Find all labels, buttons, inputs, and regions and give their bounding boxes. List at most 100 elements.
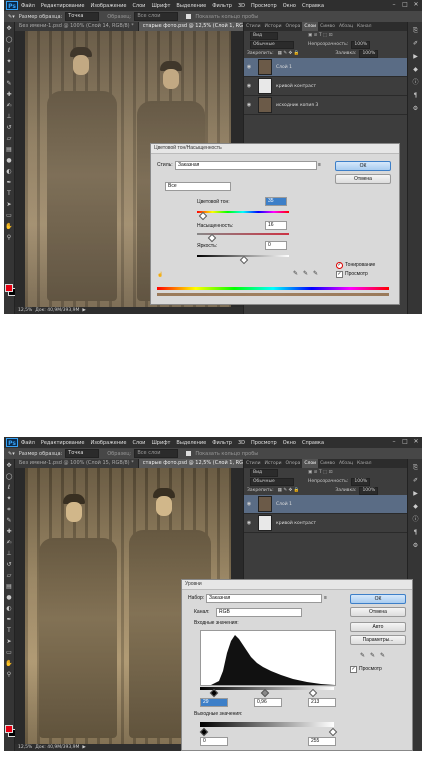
status-arrow-icon[interactable]: ▶ xyxy=(82,745,85,750)
menu-select[interactable]: Выделение xyxy=(176,3,206,9)
brush-panel-icon[interactable]: ✐ xyxy=(411,39,420,48)
ok-button[interactable]: ОК xyxy=(350,594,406,604)
preset-options-icon[interactable]: ≡ xyxy=(324,595,327,601)
tab-history[interactable]: Истори xyxy=(263,22,284,31)
eraser-tool-icon[interactable]: ▱ xyxy=(5,572,13,580)
brush-tool-icon[interactable]: ✍ xyxy=(5,102,13,110)
marquee-tool-icon[interactable]: ◯ xyxy=(5,473,13,481)
layer-kind-select[interactable]: Вид xyxy=(250,468,278,477)
menu-view[interactable]: Просмотр xyxy=(251,440,277,446)
options-button[interactable]: Параметры... xyxy=(350,635,406,645)
sample-size-select[interactable]: Точка xyxy=(65,12,100,21)
output-white-thumb[interactable] xyxy=(328,727,338,737)
menu-3d[interactable]: 3D xyxy=(238,3,245,9)
menu-filter[interactable]: Фильтр xyxy=(212,3,232,9)
output-levels-slider[interactable] xyxy=(200,722,334,727)
eye-icon[interactable]: ◉ xyxy=(244,520,254,526)
brush-tool-icon[interactable]: ✍ xyxy=(5,539,13,547)
menu-layers[interactable]: Слои xyxy=(132,3,145,9)
menu-window[interactable]: Окно xyxy=(283,440,296,446)
layers-panel-icon[interactable]: ◆ xyxy=(411,502,420,511)
quick-select-tool-icon[interactable]: ✦ xyxy=(5,58,13,66)
input-gamma-field[interactable]: 0,96 xyxy=(254,698,282,707)
tab-paragraph[interactable]: Абзац xyxy=(337,459,355,468)
menu-3d[interactable]: 3D xyxy=(238,440,245,446)
zoom-level[interactable]: 12,5% xyxy=(18,308,32,313)
zoom-tool-icon[interactable]: ⚲ xyxy=(5,671,13,679)
input-black-thumb[interactable] xyxy=(209,688,219,698)
menu-image[interactable]: Изображение xyxy=(90,3,126,9)
history-brush-icon[interactable]: ↺ xyxy=(5,561,13,569)
tab-character[interactable]: Симво xyxy=(318,459,337,468)
zoom-level[interactable]: 12,5% xyxy=(18,745,32,750)
preview-checkbox[interactable]: ✓ xyxy=(350,666,357,673)
tab-actions[interactable]: Опера xyxy=(284,459,303,468)
info-panel-icon[interactable]: ⓘ xyxy=(411,78,420,87)
tab-actions[interactable]: Опера xyxy=(284,22,303,31)
foreground-color-swatch[interactable] xyxy=(5,725,13,733)
sample-select[interactable]: Все слои xyxy=(134,12,179,21)
hand-tool-icon[interactable]: ✋ xyxy=(5,660,13,668)
tab-character[interactable]: Симво xyxy=(318,22,337,31)
stamp-tool-icon[interactable]: ⊥ xyxy=(5,113,13,121)
lightness-input[interactable]: 0 xyxy=(265,241,287,250)
path-select-icon[interactable]: ➤ xyxy=(5,201,13,209)
black-point-eyedropper-icon[interactable]: ✎ xyxy=(360,652,365,659)
info-panel-icon[interactable]: ⓘ xyxy=(411,515,420,524)
blend-mode-select[interactable]: Обычные xyxy=(250,477,294,486)
show-ring-checkbox[interactable] xyxy=(186,451,192,456)
on-image-adjust-icon[interactable]: ☝ xyxy=(157,272,163,278)
cancel-button[interactable]: Отмена xyxy=(350,607,406,617)
sample-select[interactable]: Все слои xyxy=(134,449,179,458)
properties-panel-icon[interactable]: ⚙ xyxy=(411,104,420,113)
minimize-button[interactable]: – xyxy=(390,1,398,9)
lock-icons[interactable]: ▦ ✎ ✥ 🔒 xyxy=(278,488,300,493)
hue-input[interactable]: 35 xyxy=(265,197,287,206)
zoom-tool-icon[interactable]: ⚲ xyxy=(5,234,13,242)
healing-tool-icon[interactable]: ✚ xyxy=(5,528,13,536)
actions-panel-icon[interactable]: ▶ xyxy=(411,489,420,498)
crop-tool-icon[interactable]: ⌗ xyxy=(5,69,13,77)
fill-input[interactable]: 100% xyxy=(359,486,379,495)
tab-channels[interactable]: Канал xyxy=(355,459,374,468)
channel-select[interactable]: RGB xyxy=(216,608,302,617)
opacity-input[interactable]: 100% xyxy=(351,477,371,486)
brush-panel-icon[interactable]: ✐ xyxy=(411,476,420,485)
menu-help[interactable]: Справка xyxy=(302,3,324,9)
healing-tool-icon[interactable]: ✚ xyxy=(5,91,13,99)
sample-size-select[interactable]: Точка xyxy=(65,449,100,458)
blur-tool-icon[interactable]: ● xyxy=(5,157,13,165)
layer-row[interactable]: ◉ Слой 1 xyxy=(244,495,407,514)
eyedropper-icon[interactable]: ✎ xyxy=(293,270,298,277)
layer-row[interactable]: ◉ Слой 1 xyxy=(244,58,407,77)
pen-tool-icon[interactable]: ✒ xyxy=(5,616,13,624)
layer-row[interactable]: ◉ кривой контраст xyxy=(244,514,407,533)
hand-tool-icon[interactable]: ✋ xyxy=(5,223,13,231)
type-tool-icon[interactable]: T xyxy=(5,627,13,635)
output-black-thumb[interactable] xyxy=(199,727,209,737)
lightness-slider-thumb[interactable] xyxy=(239,255,249,265)
eye-icon[interactable]: ◉ xyxy=(244,501,254,507)
layer-row[interactable]: ◉ кривой контраст xyxy=(244,77,407,96)
blend-mode-select[interactable]: Обычные xyxy=(250,40,294,49)
maximize-button[interactable]: □ xyxy=(401,438,409,446)
layers-panel-icon[interactable]: ◆ xyxy=(411,65,420,74)
menu-file[interactable]: Файл xyxy=(21,440,35,446)
lock-icons[interactable]: ▦ ✎ ✥ 🔒 xyxy=(278,51,300,56)
quick-select-tool-icon[interactable]: ✦ xyxy=(5,495,13,503)
output-black-field[interactable]: 0 xyxy=(200,737,228,746)
gray-point-eyedropper-icon[interactable]: ✎ xyxy=(370,652,375,659)
eyedropper-icon[interactable]: ✎▾ xyxy=(8,14,15,20)
lasso-tool-icon[interactable]: ℓ xyxy=(5,47,13,55)
input-gamma-thumb[interactable] xyxy=(260,688,270,698)
character-panel-icon[interactable]: ¶ xyxy=(411,91,420,100)
eyedropper-tool-icon[interactable]: ✎ xyxy=(5,517,13,525)
tab-paragraph[interactable]: Абзац xyxy=(337,22,355,31)
tab-styles[interactable]: Стили xyxy=(244,459,263,468)
menu-file[interactable]: Файл xyxy=(21,3,35,9)
pen-tool-icon[interactable]: ✒ xyxy=(5,179,13,187)
input-white-field[interactable]: 213 xyxy=(308,698,336,707)
eyedropper-icon[interactable]: ✎▾ xyxy=(8,451,15,457)
minimize-button[interactable]: – xyxy=(390,438,398,446)
marquee-tool-icon[interactable]: ◯ xyxy=(5,36,13,44)
